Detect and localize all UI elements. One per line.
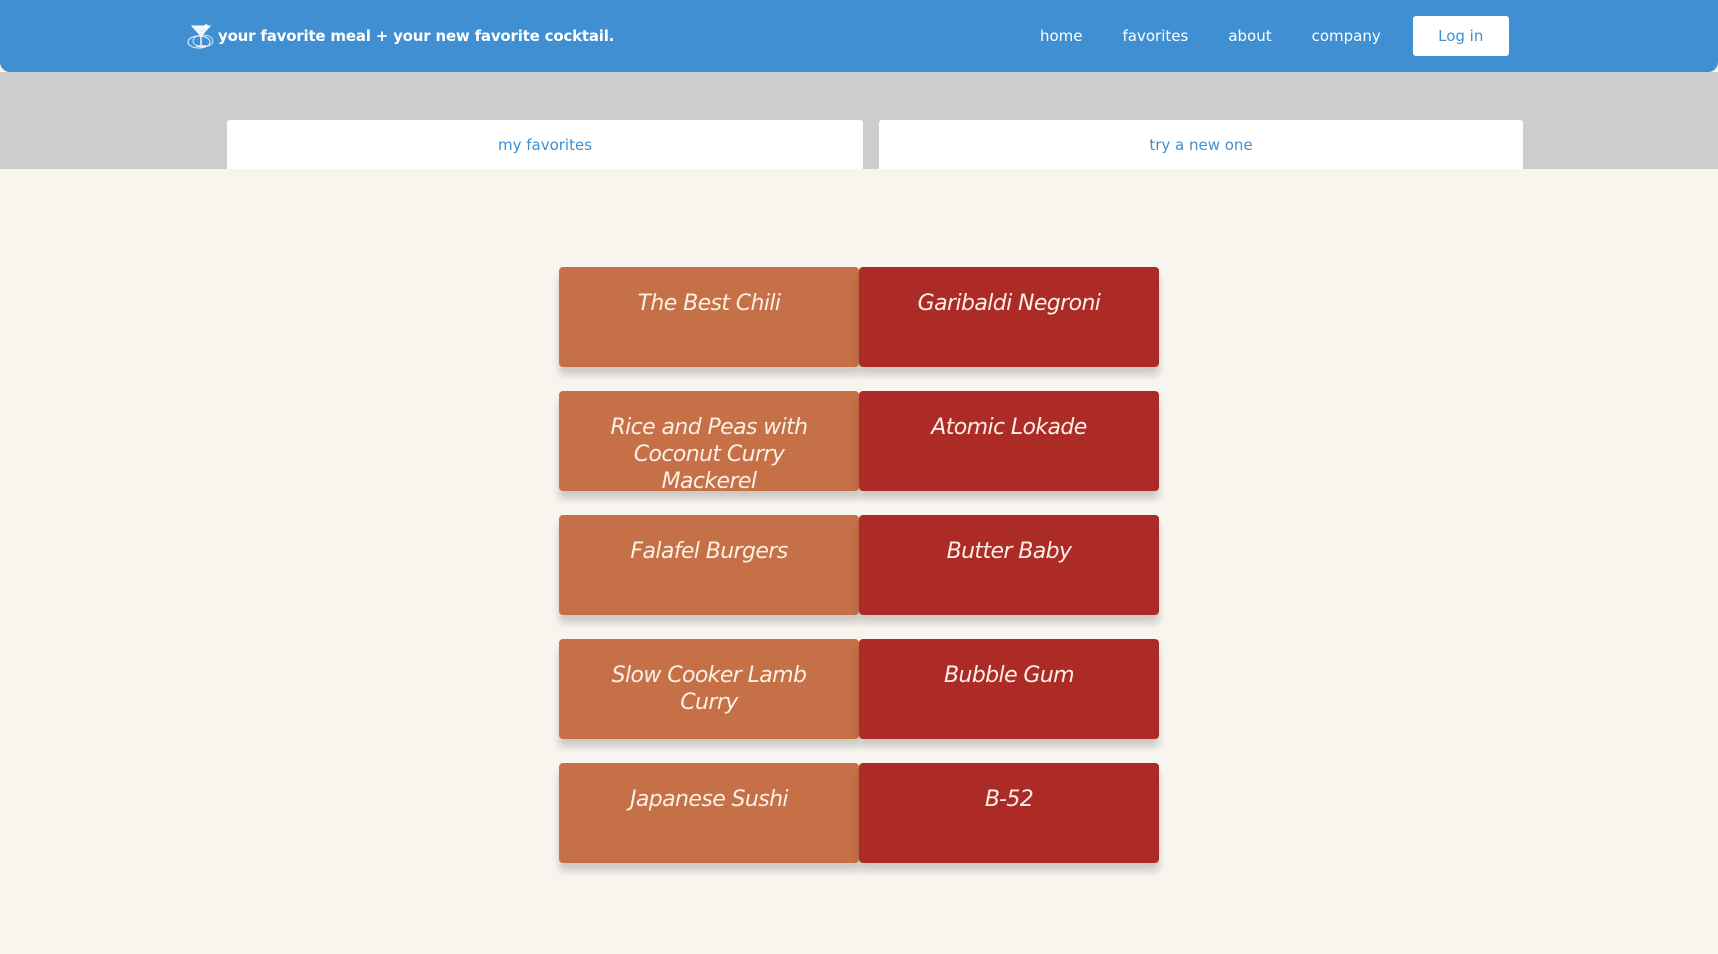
- pairing-row: The Best Chili Garibaldi Negroni: [559, 267, 1159, 367]
- cocktail-glass-icon: [187, 24, 214, 49]
- cocktail-card[interactable]: Bubble Gum: [859, 639, 1159, 739]
- cocktail-card[interactable]: Atomic Lokade: [859, 391, 1159, 491]
- login-button[interactable]: Log in: [1412, 16, 1509, 56]
- tab-my-favorites[interactable]: my favorites: [227, 120, 863, 169]
- cocktail-card[interactable]: Butter Baby: [859, 515, 1159, 615]
- meal-card[interactable]: Slow Cooker Lamb Curry: [559, 639, 859, 739]
- tab-try-new-one[interactable]: try a new one: [879, 120, 1523, 169]
- meal-card[interactable]: Rice and Peas with Coconut Curry Mackere…: [559, 391, 859, 491]
- nav-favorites-link[interactable]: favorites: [1123, 27, 1189, 45]
- pairing-row: Rice and Peas with Coconut Curry Mackere…: [559, 391, 1159, 491]
- meal-card[interactable]: Japanese Sushi: [559, 763, 859, 863]
- meal-card[interactable]: Falafel Burgers: [559, 515, 859, 615]
- tab-bar: my favorites try a new one: [0, 72, 1718, 169]
- cocktail-card[interactable]: Garibaldi Negroni: [859, 267, 1159, 367]
- brand-text: your favorite meal + your new favorite c…: [218, 27, 615, 45]
- cocktail-card[interactable]: B-52: [859, 763, 1159, 863]
- pairing-row: Slow Cooker Lamb Curry Bubble Gum: [559, 639, 1159, 739]
- nav-home-link[interactable]: home: [1040, 27, 1083, 45]
- nav-about-link[interactable]: about: [1228, 27, 1271, 45]
- nav-company-link[interactable]: company: [1312, 27, 1381, 45]
- pairing-row: Falafel Burgers Butter Baby: [559, 515, 1159, 615]
- main-nav: home favorites about company Log in: [1040, 0, 1509, 72]
- meal-card[interactable]: The Best Chili: [559, 267, 859, 367]
- site-header: your favorite meal + your new favorite c…: [0, 0, 1718, 72]
- brand[interactable]: your favorite meal + your new favorite c…: [186, 22, 614, 50]
- pairing-row: Japanese Sushi B-52: [559, 763, 1159, 863]
- page: your favorite meal + your new favorite c…: [0, 0, 1718, 954]
- pairings-list: The Best Chili Garibaldi Negroni Rice an…: [559, 267, 1159, 887]
